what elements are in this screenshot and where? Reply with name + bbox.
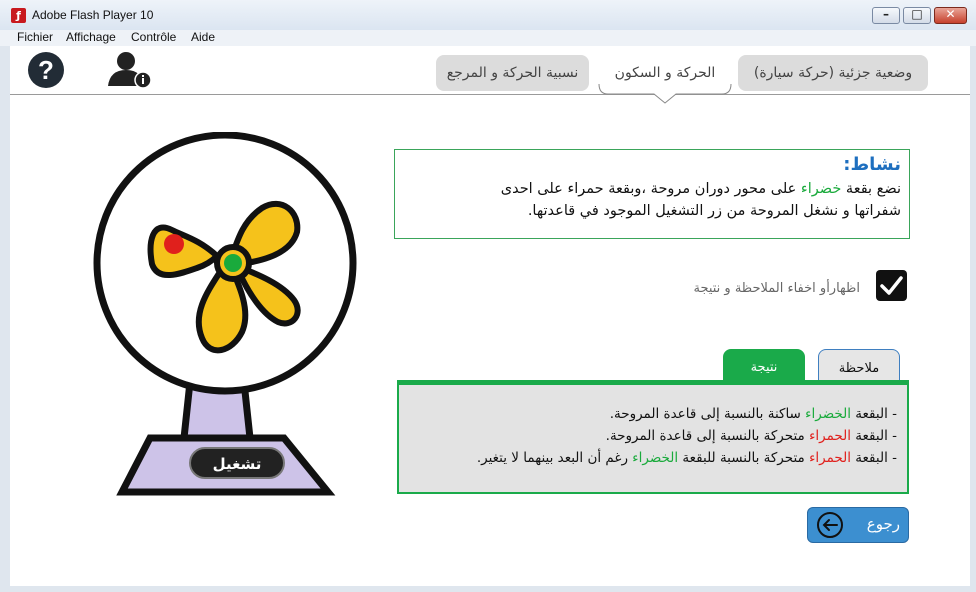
run-button-label: تشغيل — [213, 455, 262, 473]
minimize-button[interactable]: – — [872, 7, 900, 24]
flash-content: ? وضعية جزئية (حركة سيارة) الحركة و السك… — [10, 46, 970, 586]
maximize-button[interactable]: □ — [903, 7, 931, 24]
activity-line-1: نضع بقعة خضراء على محور دوران مروحة ،وبق… — [500, 181, 901, 197]
menu-controle[interactable]: Contrôle — [131, 30, 176, 44]
back-label: رجوع — [866, 515, 900, 533]
result-line-2: - البقعة الحمراء متحركة بالنسبة إلى قاعد… — [605, 428, 897, 444]
tab-result[interactable]: نتيجة — [723, 349, 805, 383]
arrow-left-icon — [817, 512, 843, 538]
menu-bar: Fichier Affichage Contrôle Aide — [0, 30, 976, 46]
minimize-icon: – — [883, 7, 889, 21]
show-hide-label: اظهارأو اخفاء الملاحظة و نتيجة — [693, 281, 860, 296]
result-box: - البقعة الخضراء ساكنة بالنسبة إلى قاعدة… — [397, 380, 909, 494]
user-info-icon[interactable] — [106, 50, 154, 90]
close-icon: ✕ — [945, 7, 956, 21]
tab-relativity[interactable]: نسبية الحركة و المرجع — [436, 55, 589, 91]
flash-app-icon: ƒ — [11, 8, 26, 23]
fan-illustration: تشغيل — [93, 132, 357, 496]
result-line-3: - البقعة الحمراء متحركة بالنسبة للبقعة ا… — [476, 450, 897, 466]
result-line-1: - البقعة الخضراء ساكنة بالنسبة إلى قاعدة… — [609, 406, 897, 422]
menu-affichage[interactable]: Affichage — [66, 30, 116, 44]
tab-partial-situation[interactable]: وضعية جزئية (حركة سيارة) — [738, 55, 928, 91]
checkmark-icon — [880, 276, 903, 295]
menu-aide[interactable]: Aide — [191, 30, 215, 44]
green-spot — [224, 254, 242, 272]
activity-title: نشاط: — [843, 154, 901, 175]
close-button[interactable]: ✕ — [934, 7, 967, 24]
help-button[interactable]: ? — [28, 52, 64, 88]
show-hide-checkbox[interactable] — [876, 270, 907, 301]
tab-motion-rest-label: الحركة و السكون — [614, 65, 716, 81]
activity-line-2: شفراتها و نشغل المروحة من زر التشغيل الم… — [527, 203, 901, 219]
top-navigation: ? وضعية جزئية (حركة سيارة) الحركة و السك… — [10, 46, 970, 95]
window-titlebar: ƒ Adobe Flash Player 10 – □ ✕ — [0, 0, 976, 30]
active-tab-outline — [598, 84, 732, 104]
menu-fichier[interactable]: Fichier — [17, 30, 53, 44]
back-button[interactable]: رجوع — [807, 507, 909, 543]
green-word: خضراء — [800, 181, 842, 197]
red-spot — [164, 234, 184, 254]
tab-note[interactable]: ملاحظة — [818, 349, 900, 383]
maximize-icon: □ — [911, 7, 923, 21]
window-title: Adobe Flash Player 10 — [32, 8, 154, 22]
activity-box: نشاط: نضع بقعة خضراء على محور دوران مروح… — [394, 149, 910, 239]
